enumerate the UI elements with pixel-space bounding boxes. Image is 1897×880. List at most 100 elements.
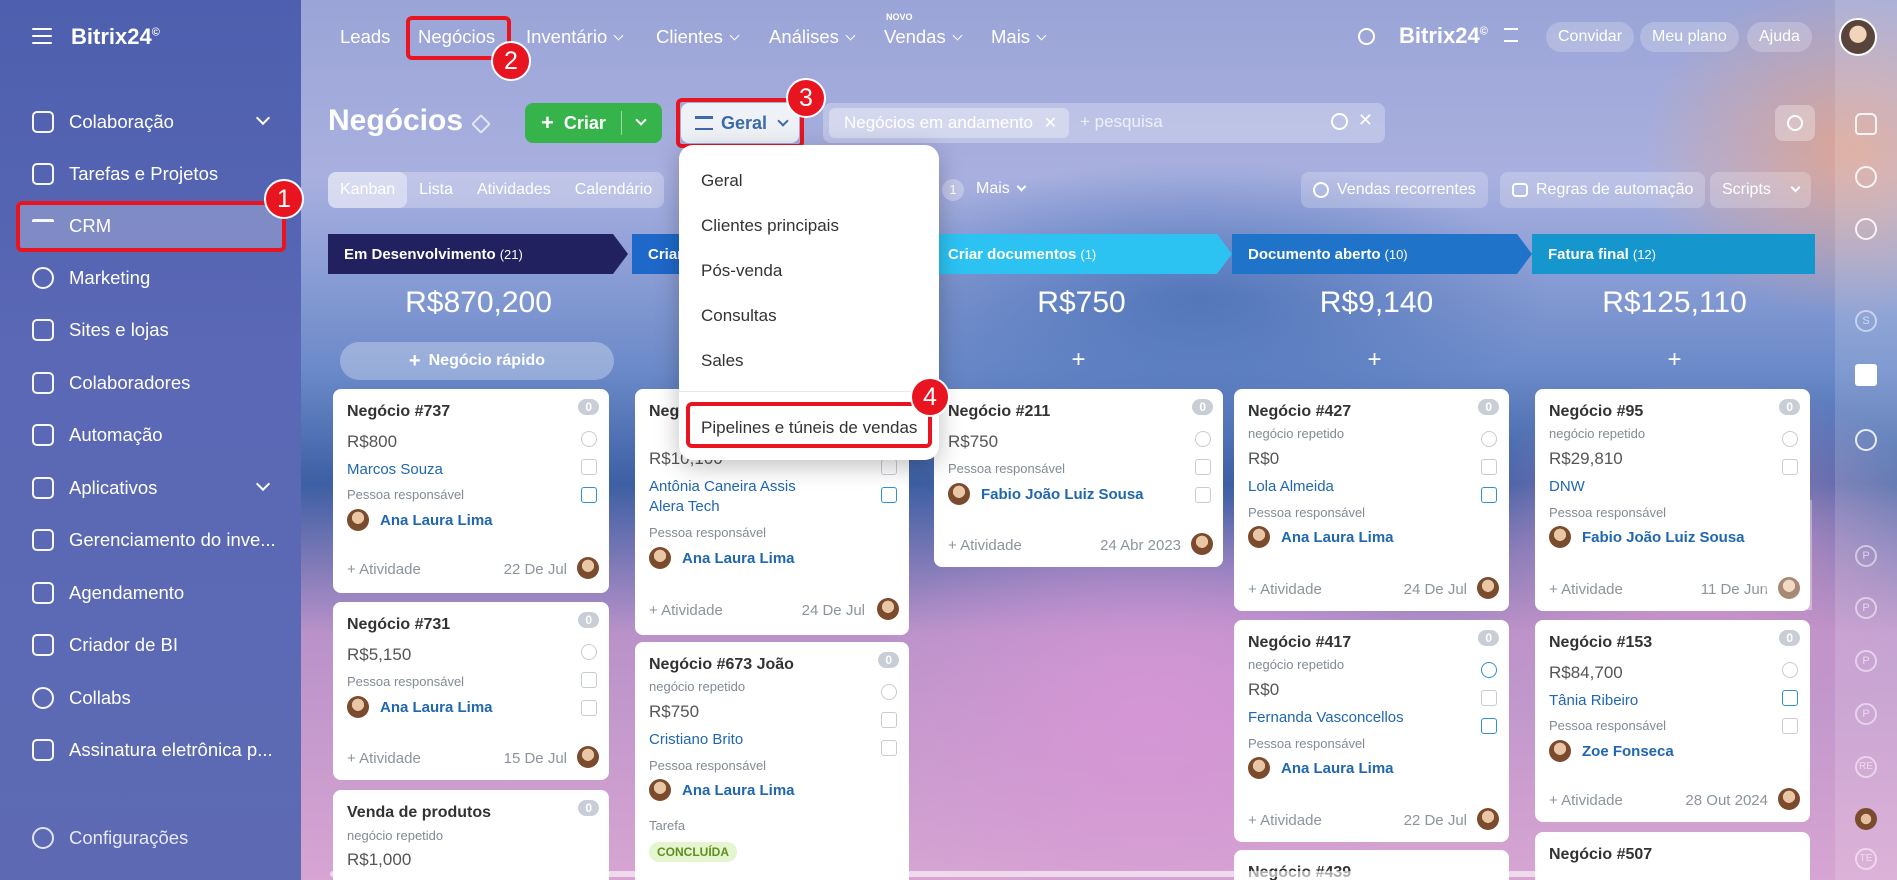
chevron-down-icon[interactable] [1790, 182, 1801, 193]
deal-card[interactable]: Negócio #153 0 R$84,700 Tânia Ribeiro Pe… [1535, 620, 1810, 822]
phone-icon[interactable] [1481, 662, 1497, 678]
phone-icon[interactable] [581, 431, 597, 447]
phone-icon[interactable] [881, 684, 897, 700]
client-link[interactable]: DNW [1549, 478, 1585, 495]
mail-icon[interactable] [1782, 459, 1798, 475]
chat-icon[interactable] [1481, 718, 1497, 734]
sidebar-item-marketing[interactable]: Marketing [16, 253, 286, 303]
avatar[interactable]: P [1855, 703, 1877, 725]
help-button[interactable]: Ajuda [1747, 22, 1812, 52]
deal-title[interactable]: Negócio #95 [1549, 403, 1643, 421]
filter-chip[interactable]: Negócios em andamento ✕ [829, 108, 1070, 138]
deal-title[interactable]: Venda de produtos [347, 804, 491, 822]
chat-icon[interactable] [581, 700, 597, 716]
responsible-person[interactable]: Ana Laura Lima [380, 512, 493, 529]
sidebar-item-sites[interactable]: Sites e lojas [16, 305, 286, 355]
sidebar-item-assinatura[interactable]: Assinatura eletrônica p... [16, 725, 286, 775]
add-activity-link[interactable]: + Atividade [1248, 812, 1322, 829]
add-activity-link[interactable]: + Atividade [1549, 581, 1623, 598]
sidebar-item-bi[interactable]: Criador de BI [16, 620, 286, 670]
deal-card[interactable]: Negócio #507 [1535, 832, 1810, 880]
mail-icon[interactable] [1481, 459, 1497, 475]
responsible-person[interactable]: Ana Laura Lima [682, 782, 795, 799]
menu-item-pos-venda[interactable]: Pós-venda [701, 261, 782, 281]
scripts-button[interactable]: Scripts [1710, 172, 1811, 208]
avatar[interactable]: P [1855, 545, 1877, 567]
nav-inventario[interactable]: Inventário [526, 26, 624, 48]
create-button[interactable]: + Criar [525, 103, 662, 143]
nav-leads[interactable]: Leads [340, 26, 390, 48]
chevron-down-icon[interactable] [635, 114, 647, 126]
add-deal-button[interactable]: + [1532, 346, 1817, 374]
chat-icon[interactable] [1481, 487, 1497, 503]
responsible-person[interactable]: Ana Laura Lima [682, 550, 795, 567]
client-link[interactable]: Fernanda Vasconcellos [1248, 709, 1404, 726]
phone-icon[interactable] [1481, 431, 1497, 447]
add-activity-link[interactable]: + Atividade [1549, 792, 1623, 809]
add-activity-link[interactable]: + Atividade [347, 561, 421, 578]
add-activity-link[interactable]: + Atividade [1248, 581, 1322, 598]
responsible-person[interactable]: Ana Laura Lima [1281, 760, 1394, 777]
chat-icon[interactable] [881, 487, 897, 503]
column-header-desenvolvimento[interactable]: Em Desenvolvimento (21) [328, 234, 628, 274]
my-plan-button[interactable]: Meu plano [1640, 22, 1739, 52]
deal-title[interactable]: Negócio #427 [1248, 403, 1351, 421]
menu-item-geral[interactable]: Geral [701, 171, 743, 191]
mail-icon[interactable] [581, 672, 597, 688]
avatar[interactable] [1855, 808, 1877, 830]
tab-atividades[interactable]: Atividades [465, 172, 563, 208]
chat-icon[interactable] [581, 487, 597, 503]
mail-icon[interactable] [1782, 690, 1798, 706]
add-deal-button[interactable]: + [936, 346, 1221, 374]
nav-analises[interactable]: Análises [769, 26, 856, 48]
copilot-icon[interactable] [1855, 166, 1877, 188]
client-link[interactable]: Cristiano Brito [649, 731, 743, 748]
add-deal-button[interactable]: + [1232, 346, 1517, 374]
pin-icon[interactable] [471, 114, 491, 134]
nav-clientes[interactable]: Clientes [656, 26, 740, 48]
sidebar-item-tarefas[interactable]: Tarefas e Projetos [16, 149, 286, 199]
deal-title[interactable]: Negócio #417 [1248, 634, 1351, 652]
avatar[interactable]: P [1855, 650, 1877, 672]
horizontal-scrollbar[interactable] [330, 871, 1555, 877]
deal-card[interactable]: Venda de produtos 0 negócio repetido R$1… [333, 790, 609, 880]
clear-icon[interactable]: ✕ [1358, 110, 1373, 131]
chat-icon[interactable] [1195, 487, 1211, 503]
client-link[interactable]: Antônia Caneira Assis [649, 478, 796, 495]
settings-button[interactable] [1775, 105, 1815, 141]
deal-card[interactable]: Negócio #673 João 0 negócio repetido R$7… [635, 642, 909, 880]
search-icon[interactable] [1358, 28, 1375, 45]
phone-icon[interactable] [1782, 431, 1798, 447]
chat-icon[interactable] [1782, 718, 1798, 734]
avatar[interactable]: P [1855, 597, 1877, 619]
menu-item-sales[interactable]: Sales [701, 351, 744, 371]
settings-link[interactable]: Configurações [16, 813, 286, 863]
recurring-sales-button[interactable]: Vendas recorrentes [1301, 172, 1488, 208]
add-activity-link[interactable]: + Atividade [649, 602, 723, 619]
close-icon[interactable]: ✕ [1044, 113, 1057, 133]
search-input[interactable]: + pesquisa [1080, 112, 1163, 132]
deal-card[interactable]: Negócio #737 0 R$800 Marcos Souza Pessoa… [333, 389, 609, 593]
settings-sliders-icon[interactable] [1504, 28, 1518, 42]
tab-calendario[interactable]: Calendário [563, 172, 664, 208]
deal-title[interactable]: Neg [649, 403, 679, 421]
chat-icon[interactable] [881, 740, 897, 756]
sidebar-item-colaboracao[interactable]: Colaboração [16, 97, 286, 147]
deal-title[interactable]: Negócio #507 [1549, 846, 1652, 864]
tab-lista[interactable]: Lista [407, 172, 465, 208]
avatar[interactable]: TE [1855, 848, 1877, 870]
automation-rules-button[interactable]: Regras de automação [1500, 172, 1706, 208]
mail-icon[interactable] [881, 712, 897, 728]
mail-icon[interactable] [581, 459, 597, 475]
menu-item-consultas[interactable]: Consultas [701, 306, 777, 326]
avatar[interactable]: RE [1855, 756, 1877, 778]
phone-icon[interactable] [1782, 662, 1798, 678]
mail-icon[interactable] [881, 459, 897, 475]
menu-item-clientes-principais[interactable]: Clientes principais [701, 216, 839, 236]
app-icon[interactable] [1855, 429, 1877, 451]
deal-title[interactable]: Negócio #731 [347, 616, 450, 634]
column-header-criar-documentos[interactable]: Criar documentos (1) [932, 234, 1232, 274]
sidebar-item-colaboradores[interactable]: Colaboradores [16, 358, 286, 408]
deal-title[interactable]: Negócio #673 João [649, 656, 794, 674]
deal-card[interactable]: Negócio #417 0 negócio repetido R$0 Fern… [1234, 620, 1509, 842]
